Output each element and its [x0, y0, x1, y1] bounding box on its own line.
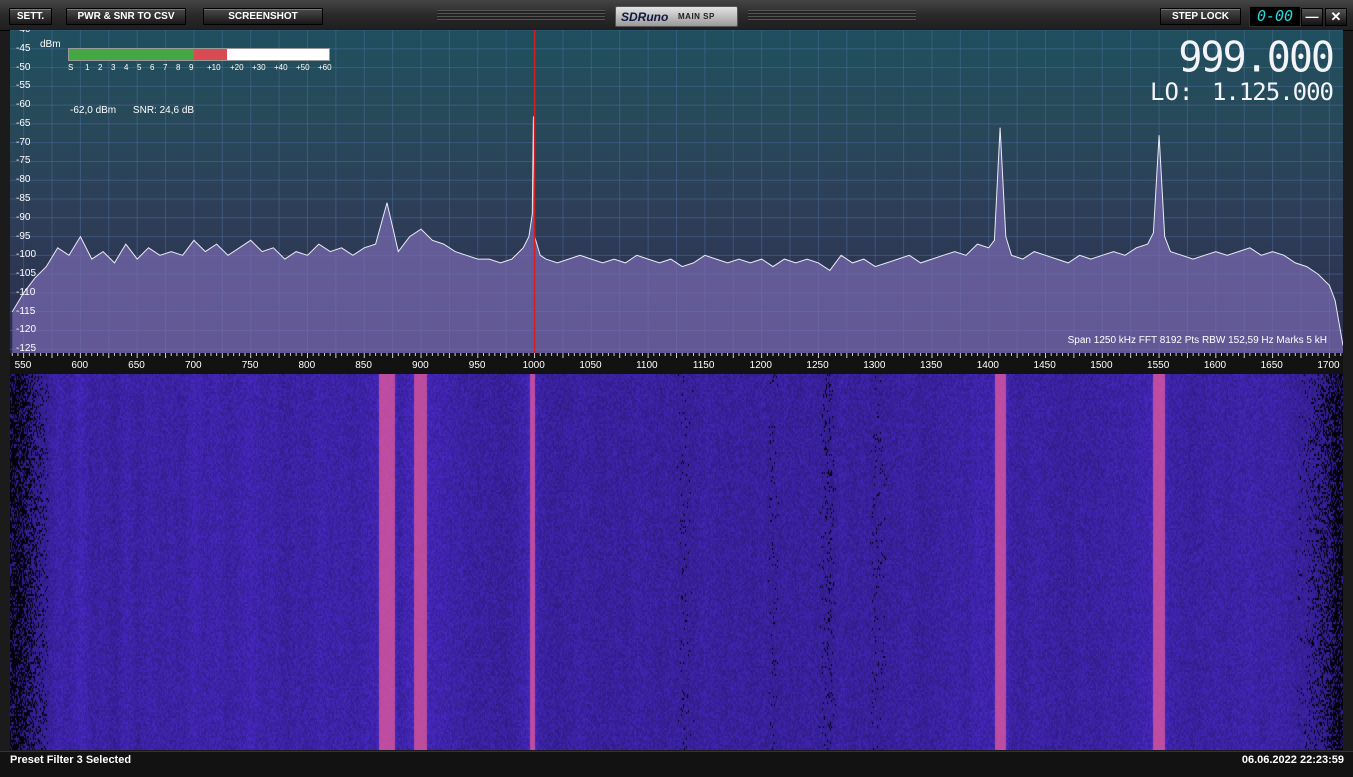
x-tick-label: 1550 — [1147, 360, 1170, 371]
x-tick-label: 750 — [241, 360, 259, 371]
unit-label: dBm — [40, 39, 61, 50]
x-tick-label: 1250 — [806, 360, 829, 371]
sdruno-logo: SDRuno MAIN SP — [615, 6, 738, 27]
x-tick-label: 1150 — [692, 360, 715, 371]
x-tick-label: 1700 — [1317, 360, 1340, 371]
title-bar: SETT. PWR & SNR TO CSV SCREENSHOT SDRuno… — [0, 0, 1353, 31]
x-tick-label: 1000 — [522, 360, 545, 371]
spectrum-panel[interactable]: -40 -45 -50 -55 -60 -65 -70 -75 -80 -85 -90 -95 -100… — [10, 30, 1343, 353]
logo-text: SDRuno — [621, 10, 669, 24]
y-tick-label: -120 — [16, 324, 37, 336]
y-tick-label: -125 — [16, 343, 37, 353]
x-tick-label: 900 — [412, 360, 429, 371]
meter-scale-label: +30 — [252, 63, 266, 72]
x-tick-label: 1200 — [749, 360, 772, 371]
screenshot-button[interactable]: SCREENSHOT — [203, 8, 323, 25]
lo-frequency[interactable]: 1.125.000 — [1212, 78, 1334, 106]
y-tick-label: -70 — [16, 136, 31, 148]
x-tick-label: 1350 — [919, 360, 943, 371]
x-tick-label: 550 — [14, 360, 32, 371]
export-csv-button[interactable]: PWR & SNR TO CSV — [66, 8, 186, 25]
y-tick-label: -85 — [16, 193, 31, 204]
meter-scale-label: +10 — [207, 63, 221, 72]
drag-grip-left[interactable] — [437, 10, 605, 22]
settings-button[interactable]: SETT. — [9, 8, 52, 25]
y-tick-label: -80 — [16, 174, 31, 186]
meter-scale-label: 2 — [98, 63, 103, 72]
spectrum-fill — [12, 116, 1343, 353]
close-button[interactable]: ✕ — [1325, 8, 1347, 26]
signal-readings: -62,0 dBm SNR: 24,6 dB — [70, 105, 194, 116]
x-tick-label: 1300 — [863, 360, 886, 371]
meter-scale-label: 4 — [124, 63, 129, 72]
signal-meter — [68, 48, 330, 61]
meter-scale-label: 9 — [189, 63, 194, 72]
meter-scale-label: 8 — [176, 63, 181, 72]
power-reading: -62,0 dBm — [70, 105, 117, 116]
meter-scale-label: 5 — [137, 63, 142, 72]
waterfall-display[interactable] — [10, 374, 1343, 750]
clock-display: 0-00 — [1249, 6, 1301, 27]
y-tick-label: -75 — [16, 155, 31, 167]
frequency-display[interactable]: 999.000 — [1178, 34, 1335, 82]
x-tick-label: 1400 — [976, 360, 999, 371]
minimize-button[interactable]: — — [1301, 8, 1323, 26]
y-tick-label: -100 — [16, 249, 37, 261]
window-name: MAIN SP — [678, 12, 715, 21]
x-tick-label: 650 — [128, 360, 145, 371]
y-tick-label: -40 — [16, 30, 30, 35]
status-message: Preset Filter 3 Selected — [10, 754, 132, 766]
snr-reading: SNR: 24,6 dB — [132, 105, 195, 116]
y-tick-label: -65 — [16, 117, 31, 129]
x-tick-label: 1500 — [1090, 360, 1113, 371]
x-tick-label: 700 — [184, 360, 202, 371]
x-tick-label: 950 — [468, 360, 486, 371]
y-tick-label: -95 — [16, 230, 31, 242]
meter-level-green — [69, 49, 194, 60]
x-tick-label: 600 — [71, 360, 89, 371]
meter-scale-label: 3 — [111, 63, 116, 72]
y-tick-label: -90 — [16, 211, 31, 223]
meter-scale-label: +20 — [230, 63, 244, 72]
step-lock-button[interactable]: STEP LOCK — [1160, 8, 1241, 25]
x-tick-label: 800 — [298, 360, 316, 371]
spectrum-plot[interactable] — [10, 30, 1343, 353]
x-tick-label: 850 — [355, 360, 372, 371]
x-tick-label: 1600 — [1203, 360, 1227, 371]
meter-level-red — [194, 49, 227, 60]
drag-grip-right[interactable] — [748, 10, 916, 22]
meter-scale-label: 1 — [85, 63, 90, 72]
y-tick-label: -45 — [16, 42, 31, 54]
y-tick-label: -50 — [16, 61, 31, 73]
y-tick-label: -55 — [16, 80, 31, 92]
meter-scale-label: +40 — [274, 63, 288, 72]
frequency-axis[interactable]: 550 600 650 700 750 800 850 900 950 1000 1050 1100 1… — [10, 353, 1343, 375]
lo-label: LO: — [1150, 78, 1194, 106]
meter-scale-label: 6 — [150, 63, 155, 72]
waterfall-canvas[interactable] — [10, 374, 1343, 750]
meter-scale-label: 7 — [163, 63, 168, 72]
spectrum-info: Span 1250 kHz FFT 8192 Pts RBW 152,59 Hz… — [1067, 335, 1327, 346]
x-tick-label: 1450 — [1033, 360, 1056, 371]
x-tick-label: 1100 — [636, 360, 658, 371]
x-tick-label: 1050 — [579, 360, 602, 371]
status-datetime: 06.06.2022 22:23:59 — [1241, 754, 1344, 766]
y-tick-label: -105 — [16, 268, 37, 280]
meter-scale-label: +60 — [318, 63, 332, 72]
meter-scale-label: +50 — [296, 63, 310, 72]
y-tick-label: -60 — [16, 99, 31, 111]
meter-scale-label: S — [68, 63, 74, 72]
x-tick-label: 1650 — [1260, 360, 1283, 371]
y-tick-label: -110 — [16, 286, 36, 298]
y-tick-label: -115 — [16, 305, 36, 317]
status-bar: Preset Filter 3 Selected 06.06.2022 22:2… — [0, 751, 1353, 777]
